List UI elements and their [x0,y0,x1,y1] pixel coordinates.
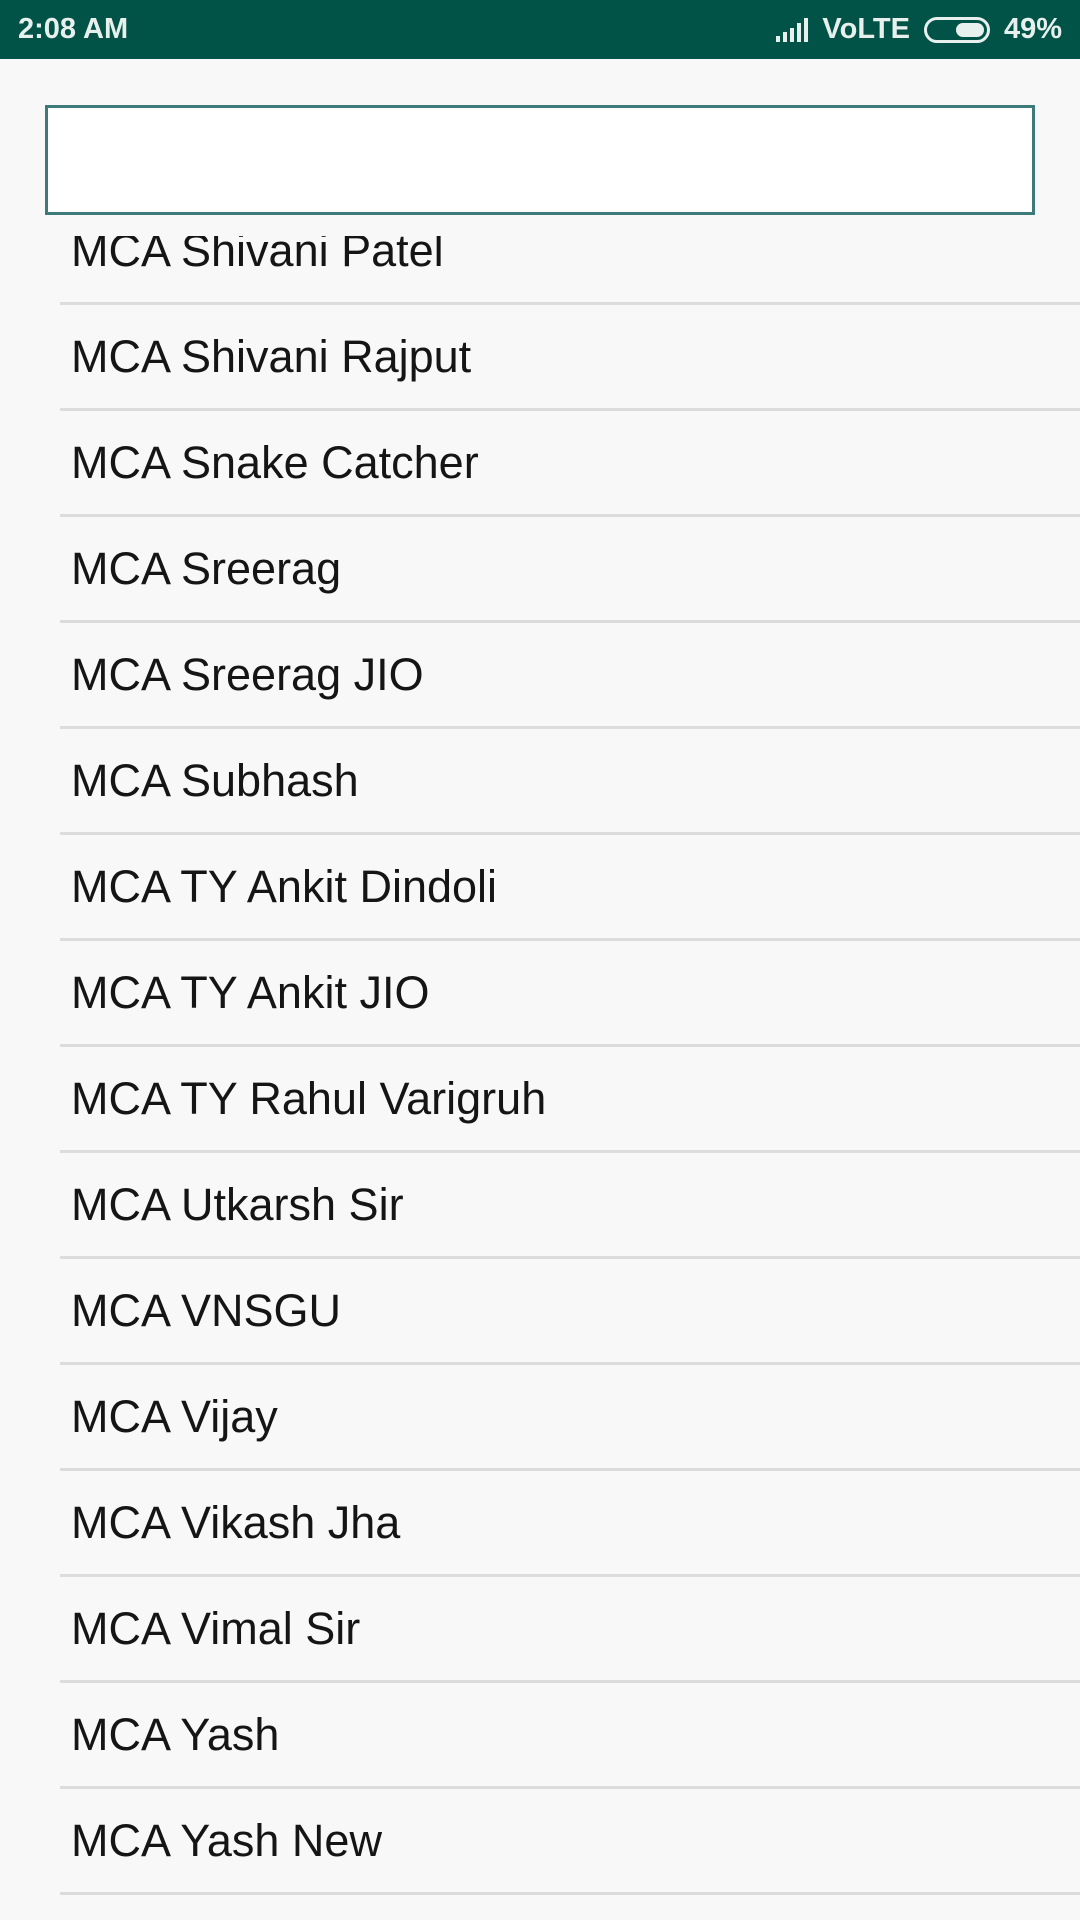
list-item[interactable]: MCA TY Ankit Dindoli [60,835,1080,941]
status-time: 2:08 AM [18,13,129,45]
list-item[interactable]: MCA Subhash [60,729,1080,835]
signal-strength-icon [776,17,809,42]
battery-icon [923,16,990,43]
status-bar: 2:08 AM VoLTE 49% [0,0,1080,59]
search-input[interactable] [45,105,1035,215]
list-item[interactable]: MCA Utkarsh Sir [60,1153,1080,1259]
list-item[interactable]: MCA Vijay [60,1365,1080,1471]
status-indicators: VoLTE 49% [776,13,1062,46]
list-item[interactable]: MCA TY Rahul Varigruh [60,1047,1080,1153]
list-item[interactable]: MCA Vikash Jha [60,1471,1080,1577]
list-item[interactable]: MCA Yash New [60,1789,1080,1895]
network-type-label: VoLTE [822,13,910,45]
list-item[interactable]: MCA Sreerag JIO [60,623,1080,729]
contact-list-items: MCA Shivani Patel MCA Shivani Rajput MCA S… [0,236,1080,1895]
list-item[interactable]: MCA Sreerag [60,517,1080,623]
list-item[interactable]: MCA Snake Catcher [60,411,1080,517]
list-item[interactable]: MCA Shivani Patel [60,236,1080,305]
list-item[interactable]: MCA VNSGU [60,1259,1080,1365]
contact-list[interactable]: MCA Shivani Patel MCA Shivani Rajput MCA S… [0,236,1080,1920]
list-item[interactable]: MCA TY Ankit JIO [60,941,1080,1047]
list-item[interactable]: MCA Shivani Rajput [60,305,1080,411]
battery-percent: 49% [1003,13,1062,45]
list-item[interactable]: MCA Yash [60,1683,1080,1789]
list-item[interactable]: MCA Vimal Sir [60,1577,1080,1683]
